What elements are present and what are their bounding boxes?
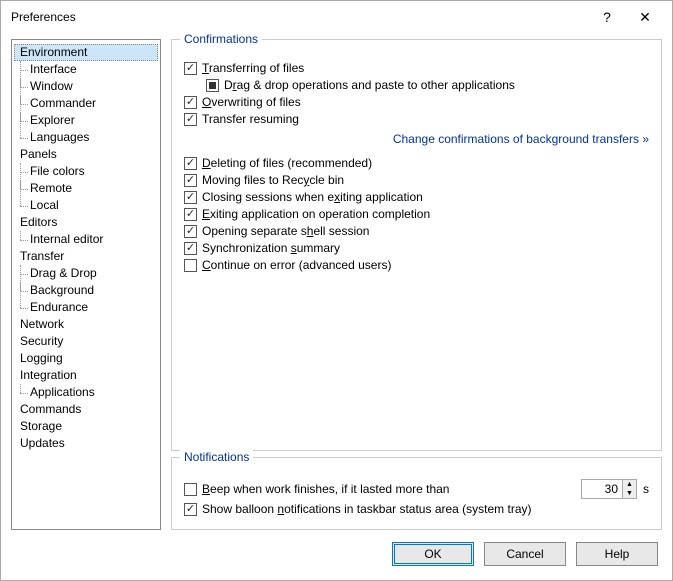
exiting-row[interactable]: Exiting application on operation complet… — [184, 207, 649, 221]
spinner-arrows[interactable]: ▲▼ — [622, 480, 636, 498]
tree-logging[interactable]: Logging — [14, 350, 158, 367]
deleting-row[interactable]: Deleting of files (recommended) — [184, 156, 649, 170]
tree-storage[interactable]: Storage — [14, 418, 158, 435]
help-button[interactable]: Help — [576, 542, 658, 566]
tree-integration[interactable]: Integration — [14, 367, 158, 384]
shell-label: Opening separate shell session — [202, 224, 369, 238]
chevron-up-icon: ▲ — [623, 480, 636, 489]
help-icon[interactable]: ? — [588, 9, 626, 25]
transferring-checkbox[interactable] — [184, 62, 197, 75]
recycle-checkbox[interactable] — [184, 174, 197, 187]
tree-endurance[interactable]: Endurance — [30, 299, 158, 316]
sync-label: Synchronization summary — [202, 241, 340, 255]
chevron-down-icon: ▼ — [623, 489, 636, 498]
confirmations-group: Confirmations Transferring of files Drag… — [171, 39, 662, 451]
tree-commander[interactable]: Commander — [30, 95, 158, 112]
recycle-label: Moving files to Recycle bin — [202, 173, 344, 187]
dragdrop-row[interactable]: Drag & drop operations and paste to othe… — [206, 78, 649, 92]
background-transfers-link[interactable]: Change confirmations of background trans… — [184, 132, 649, 146]
balloon-label: Show balloon notifications in taskbar st… — [202, 502, 532, 516]
beep-unit: s — [643, 482, 649, 496]
tree-explorer[interactable]: Explorer — [30, 112, 158, 129]
resuming-label: Transfer resuming — [202, 112, 299, 126]
tree-remote[interactable]: Remote — [30, 180, 158, 197]
overwriting-label: Overwriting of files — [202, 95, 301, 109]
tree-editors[interactable]: Editors — [14, 214, 158, 231]
exiting-checkbox[interactable] — [184, 208, 197, 221]
beep-row[interactable]: Beep when work finishes, if it lasted mo… — [184, 479, 649, 499]
tree-internal-editor[interactable]: Internal editor — [30, 231, 158, 248]
sync-checkbox[interactable] — [184, 242, 197, 255]
tree-local[interactable]: Local — [30, 197, 158, 214]
shell-checkbox[interactable] — [184, 225, 197, 238]
tree-file-colors[interactable]: File colors — [30, 163, 158, 180]
exiting-label: Exiting application on operation complet… — [202, 207, 430, 221]
sync-row[interactable]: Synchronization summary — [184, 241, 649, 255]
tree-security[interactable]: Security — [14, 333, 158, 350]
closing-row[interactable]: Closing sessions when exiting applicatio… — [184, 190, 649, 204]
tree-window[interactable]: Window — [30, 78, 158, 95]
recycle-row[interactable]: Moving files to Recycle bin — [184, 173, 649, 187]
closing-checkbox[interactable] — [184, 191, 197, 204]
tree-applications[interactable]: Applications — [30, 384, 158, 401]
resuming-row[interactable]: Transfer resuming — [184, 112, 649, 126]
ok-button[interactable]: OK — [392, 542, 474, 566]
dragdrop-label: Drag & drop operations and paste to othe… — [224, 78, 515, 92]
notifications-legend: Notifications — [180, 450, 253, 464]
tree-background[interactable]: Background — [30, 282, 158, 299]
tree-network[interactable]: Network — [14, 316, 158, 333]
deleting-checkbox[interactable] — [184, 157, 197, 170]
transferring-label: Transferring of files — [202, 61, 304, 75]
balloon-row[interactable]: Show balloon notifications in taskbar st… — [184, 502, 649, 516]
beep-duration-value[interactable]: 30 — [582, 480, 622, 498]
tree-panels[interactable]: Panels — [14, 146, 158, 163]
tree-updates[interactable]: Updates — [14, 435, 158, 452]
beep-duration-spinner[interactable]: 30 ▲▼ — [581, 479, 637, 499]
tree-interface[interactable]: Interface — [30, 61, 158, 78]
transferring-row[interactable]: Transferring of files — [184, 61, 649, 75]
tree-environment[interactable]: Environment — [14, 44, 158, 61]
resuming-checkbox[interactable] — [184, 113, 197, 126]
overwriting-row[interactable]: Overwriting of files — [184, 95, 649, 109]
balloon-checkbox[interactable] — [184, 503, 197, 516]
beep-checkbox[interactable] — [184, 483, 197, 496]
tree-commands[interactable]: Commands — [14, 401, 158, 418]
beep-label: Beep when work finishes, if it lasted mo… — [202, 482, 449, 496]
nav-tree[interactable]: Environment Interface Window Commander E… — [11, 39, 161, 530]
continue-row[interactable]: Continue on error (advanced users) — [184, 258, 649, 272]
tree-drag-drop[interactable]: Drag & Drop — [30, 265, 158, 282]
notifications-group: Notifications Beep when work finishes, i… — [171, 457, 662, 530]
overwriting-checkbox[interactable] — [184, 96, 197, 109]
tree-transfer[interactable]: Transfer — [14, 248, 158, 265]
dragdrop-checkbox[interactable] — [206, 79, 219, 92]
continue-checkbox[interactable] — [184, 259, 197, 272]
shell-row[interactable]: Opening separate shell session — [184, 224, 649, 238]
tree-languages[interactable]: Languages — [30, 129, 158, 146]
confirmations-legend: Confirmations — [180, 32, 262, 46]
dialog-buttons: OK Cancel Help — [1, 530, 672, 580]
window-title: Preferences — [11, 10, 588, 24]
cancel-button[interactable]: Cancel — [484, 542, 566, 566]
closing-label: Closing sessions when exiting applicatio… — [202, 190, 423, 204]
continue-label: Continue on error (advanced users) — [202, 258, 391, 272]
titlebar: Preferences ? ✕ — [1, 1, 672, 33]
close-icon[interactable]: ✕ — [626, 9, 664, 26]
deleting-label: Deleting of files (recommended) — [202, 156, 372, 170]
